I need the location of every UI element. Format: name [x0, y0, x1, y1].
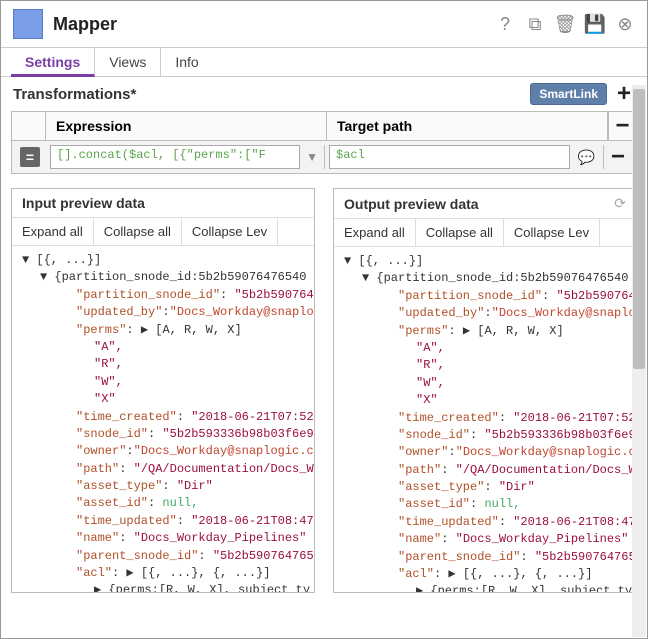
input-preview-panel: Input preview data Expand all Collapse a…	[11, 188, 315, 593]
copy-icon[interactable]: ⧉	[525, 14, 545, 34]
table-row: = [].concat($acl, [{"perms":["F ▼ $acl 💬…	[12, 140, 636, 173]
col-target: Target path	[327, 112, 608, 140]
transformations-grid: Expression Target path − = [].concat($ac…	[11, 111, 637, 174]
output-preview-title: Output preview data	[344, 196, 479, 212]
vertical-scrollbar[interactable]	[632, 85, 646, 637]
expression-input[interactable]: [].concat($acl, [{"perms":["F	[50, 145, 300, 169]
close-icon[interactable]: ⊗	[615, 14, 635, 34]
output-collapse-all[interactable]: Collapse all	[416, 219, 504, 246]
smartlink-button[interactable]: SmartLink	[530, 83, 607, 105]
output-collapse-level[interactable]: Collapse Lev	[504, 219, 600, 246]
tab-views[interactable]: Views	[95, 48, 161, 76]
remove-header-button[interactable]: −	[612, 115, 634, 137]
transformations-label: Transformations*	[13, 86, 136, 103]
app-title: Mapper	[53, 14, 117, 35]
header: Mapper ? ⧉ 🗑 💾 ⊗	[1, 1, 647, 48]
output-tree[interactable]: ▼ [{, ...}]▼ {partition_snode_id:5b2b590…	[334, 247, 636, 592]
preview-row: Input preview data Expand all Collapse a…	[11, 188, 637, 593]
transformations-header: Transformations* SmartLink +	[1, 77, 647, 111]
output-preview-panel: Output preview data ⟳ Expand all Collaps…	[333, 188, 637, 593]
delete-icon[interactable]: 🗑	[555, 14, 575, 34]
remove-row-button[interactable]: −	[607, 146, 629, 168]
refresh-icon[interactable]: ⟳	[614, 195, 626, 212]
suggestion-icon[interactable]: 💬	[574, 149, 599, 166]
tab-settings[interactable]: Settings	[11, 48, 95, 77]
input-collapse-all[interactable]: Collapse all	[94, 218, 182, 245]
col-expression: Expression	[46, 112, 327, 140]
expression-dropdown-icon[interactable]: ▼	[304, 150, 320, 164]
save-icon[interactable]: 💾	[585, 14, 605, 34]
input-preview-title: Input preview data	[22, 195, 145, 211]
target-input[interactable]: $acl	[329, 145, 570, 169]
app-icon	[13, 9, 43, 39]
tab-bar: Settings Views Info	[1, 48, 647, 77]
input-tree[interactable]: ▼ [{, ...}]▼ {partition_snode_id:5b2b590…	[12, 246, 314, 592]
help-icon[interactable]: ?	[495, 14, 515, 34]
output-expand-all[interactable]: Expand all	[334, 219, 416, 246]
input-expand-all[interactable]: Expand all	[12, 218, 94, 245]
scrollbar-thumb[interactable]	[633, 89, 645, 369]
input-collapse-level[interactable]: Collapse Lev	[182, 218, 278, 245]
tab-info[interactable]: Info	[161, 48, 212, 76]
expression-toggle-button[interactable]: =	[20, 147, 40, 167]
